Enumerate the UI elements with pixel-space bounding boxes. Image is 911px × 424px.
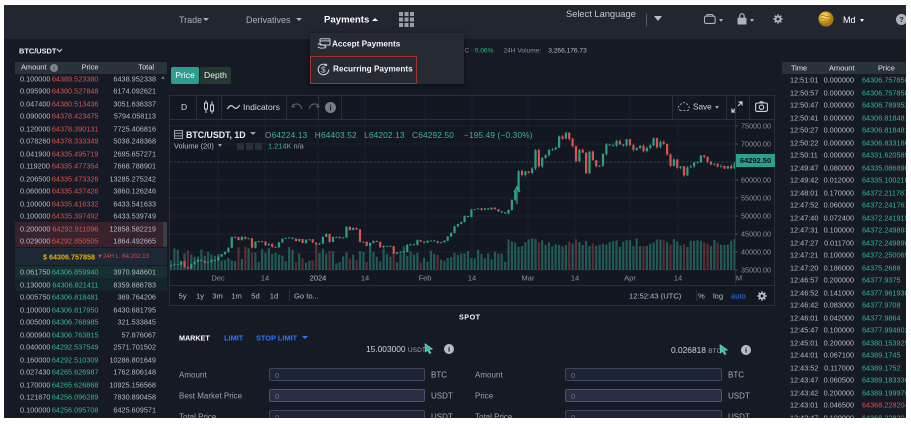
svg-text:i: i <box>448 345 450 354</box>
svg-text:i: i <box>745 346 747 355</box>
svg-text:?: ? <box>899 15 904 24</box>
svg-text:i: i <box>53 65 54 72</box>
